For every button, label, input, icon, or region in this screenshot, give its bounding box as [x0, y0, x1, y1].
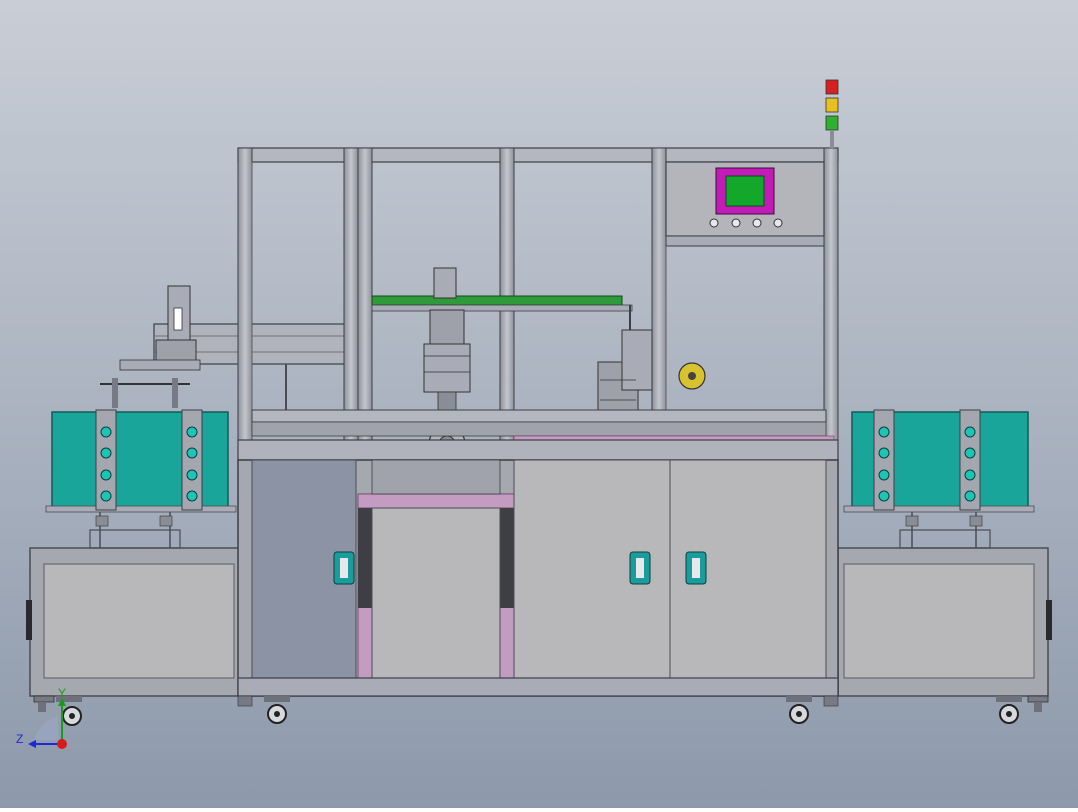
frame-column-3	[357, 147, 373, 449]
left-leveling-foot	[33, 695, 55, 703]
x-axis-dot	[57, 739, 67, 749]
frame-column-5	[651, 147, 667, 449]
y-axis-label: Y	[58, 686, 67, 700]
cad-assembly-drawing	[0, 0, 1078, 808]
bottom-rail	[237, 677, 839, 697]
table-top	[237, 439, 839, 461]
left-base-panel	[43, 563, 235, 679]
hmi-screen	[725, 175, 765, 207]
frame-column-2	[343, 147, 359, 449]
cad-viewport[interactable]: Z Y	[0, 0, 1078, 808]
green-conveyor-rail	[371, 295, 623, 306]
right-side-module	[837, 409, 1052, 712]
cabinet-panel-center	[371, 507, 501, 679]
work-table-rail	[251, 409, 827, 423]
right-base-panel	[843, 563, 1035, 679]
z-axis-label: Z	[16, 732, 24, 746]
top-beam	[237, 147, 839, 163]
right-leveling-foot	[1027, 695, 1049, 703]
